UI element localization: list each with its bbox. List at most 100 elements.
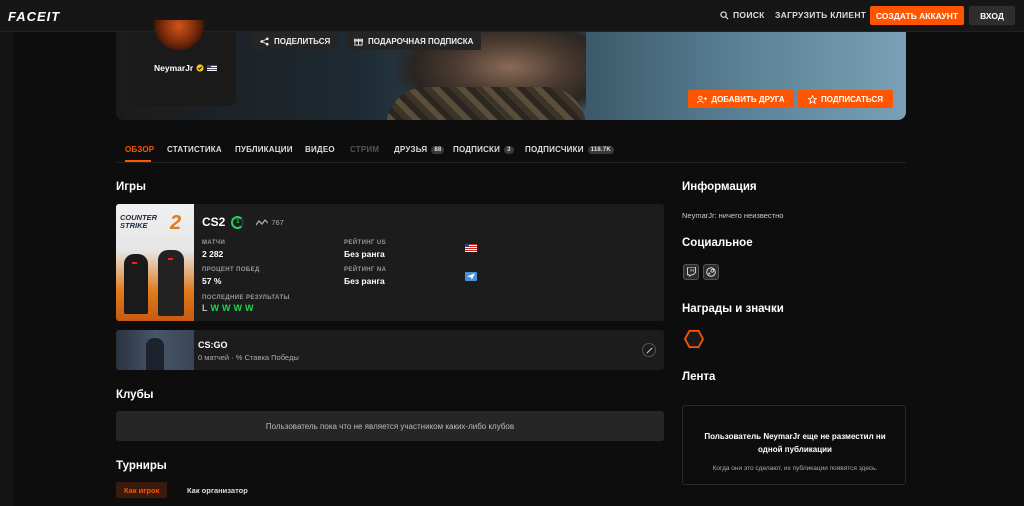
clubs-heading: Клубы (116, 389, 154, 401)
us-flag-icon (207, 65, 218, 71)
left-sidebar-strip (0, 32, 14, 506)
twitch-icon (686, 267, 696, 277)
info-heading: Информация (682, 181, 757, 193)
profile-card: NeymarJr (128, 20, 236, 106)
rating-us-value: Без ранга (344, 249, 385, 259)
subscriptions-count-badge: 3 (504, 145, 514, 154)
info-text: NeymarJr: ничего неизвестно (682, 211, 784, 220)
winrate-label: ПРОЦЕНТ ПОБЕД (202, 267, 260, 273)
csgo-title: CS:GO (198, 340, 228, 350)
matches-value: 2 282 (202, 249, 224, 259)
matches-label: МАТЧИ (202, 240, 226, 246)
elo-icon (256, 218, 269, 225)
tab-label: ПОДПИСЧИКИ (525, 145, 584, 154)
gift-label: ПОДАРОЧНАЯ ПОДПИСКА (368, 36, 474, 46)
tab-friends[interactable]: ДРУЗЬЯ 88 (394, 145, 445, 154)
followers-count-badge: 118.7K (587, 145, 614, 154)
banner-jacket-image (386, 87, 586, 120)
faceit-logo[interactable]: FACEIT (8, 9, 60, 24)
feed-empty-state: Пользователь NeymarJr еще не разместил н… (682, 405, 906, 485)
region-na-icon (465, 272, 477, 281)
tab-label: ПОДПИСКИ (453, 145, 501, 154)
tab-label: ДРУЗЬЯ (394, 145, 428, 154)
search-button[interactable]: ПОИСК (720, 10, 765, 20)
skill-level-icon: 1 (231, 215, 245, 229)
tab-stream[interactable]: СТРИМ (350, 145, 379, 154)
result-item: W (210, 303, 220, 313)
games-heading: Игры (116, 181, 146, 193)
elo-display: 767 (256, 218, 284, 227)
verified-icon (196, 64, 204, 72)
steam-link[interactable] (703, 264, 719, 280)
level-arrow-icon (646, 347, 652, 353)
tab-overview[interactable]: ОБЗОР (125, 145, 154, 154)
cs2-cover-image: COUNTER STRIKE 2 (116, 204, 194, 321)
profile-tabs: ОБЗОР СТАТИСТИКА ПУБЛИКАЦИИ ВИДЕО СТРИМ … (116, 136, 906, 163)
social-heading: Социальное (682, 237, 753, 249)
cs2-art-text-2: STRIKE (120, 221, 148, 230)
active-tab-indicator (125, 160, 151, 162)
gift-subscription-button[interactable]: ПОДАРОЧНАЯ ПОДПИСКА (346, 32, 482, 50)
star-icon (808, 94, 817, 104)
cs2-art-eye (168, 258, 173, 260)
add-friend-label: ДОБАВИТЬ ДРУГА (711, 94, 785, 104)
result-item: W (245, 303, 254, 313)
tab-as-player[interactable]: Как игрок (116, 482, 168, 498)
cs2-game-card[interactable]: COUNTER STRIKE 2 CS2 1 767 МАТЧИ 2 282 ПР… (116, 204, 664, 321)
tab-followers[interactable]: ПОДПИСЧИКИ 118.7K (525, 145, 614, 154)
awards-heading: Награды и значки (682, 303, 784, 315)
rating-na-label: РЕЙТИНГ NA (344, 267, 387, 273)
cs2-art-number: 2 (170, 212, 182, 234)
share-icon (260, 36, 269, 46)
tab-subscriptions[interactable]: ПОДПИСКИ 3 (453, 145, 514, 154)
rating-na-value: Без ранга (344, 276, 385, 286)
feed-empty-subtitle: Когда они это сделают, их публикации поя… (712, 465, 878, 472)
share-button[interactable]: ПОДЕЛИТЬСЯ (252, 32, 339, 50)
tab-as-organizer[interactable]: Как организатор (179, 482, 256, 498)
recent-results: L W W W W (202, 303, 254, 313)
tab-statistics[interactable]: СТАТИСТИКА (167, 145, 222, 154)
tab-label: ОБЗОР (125, 145, 155, 154)
csgo-cover-image (116, 330, 194, 370)
feed-empty-title: Пользователь NeymarJr еще не разместил н… (704, 432, 886, 454)
cs2-art-eye (132, 262, 137, 264)
cs2-title: CS2 (202, 215, 226, 229)
avatar[interactable] (154, 20, 204, 50)
search-icon (720, 10, 729, 20)
csgo-art-figure (146, 338, 164, 370)
create-account-button[interactable]: СОЗДАТЬ АККАУНТ (870, 6, 964, 25)
cs2-title-row: CS2 1 767 (202, 215, 284, 229)
tab-label: ПУБЛИКАЦИИ (235, 145, 293, 154)
tab-publications[interactable]: ПУБЛИКАЦИИ (235, 145, 293, 154)
add-friend-button[interactable]: ДОБАВИТЬ ДРУГА (688, 90, 794, 108)
share-label: ПОДЕЛИТЬСЯ (274, 36, 331, 46)
login-button[interactable]: ВХОД (969, 6, 1015, 25)
result-item: W (233, 303, 243, 313)
winrate-value: 57 % (202, 276, 222, 286)
plane-icon (467, 273, 475, 280)
award-badge-core (686, 331, 702, 347)
nickname-row: NeymarJr (154, 63, 218, 73)
subscribe-label: ПОДПИСАТЬСЯ (821, 94, 883, 104)
tab-label: ВИДЕО (305, 145, 335, 154)
award-badge[interactable] (683, 329, 705, 349)
tournaments-heading: Турниры (116, 460, 167, 472)
feed-heading: Лента (682, 371, 716, 383)
tab-video[interactable]: ВИДЕО (305, 145, 335, 154)
steam-icon (706, 267, 716, 277)
subscribe-button[interactable]: ПОДПИСАТЬСЯ (798, 90, 893, 108)
result-item: L (202, 303, 208, 313)
nickname: NeymarJr (154, 63, 194, 73)
us-flag-icon (465, 244, 477, 252)
download-client-link[interactable]: ЗАГРУЗИТЬ КЛИЕНТ (775, 10, 866, 20)
rating-us-label: РЕЙТИНГ US (344, 240, 387, 246)
tab-label: СТРИМ (350, 145, 380, 154)
cs2-art-text: COUNTER STRIKE (120, 214, 157, 230)
gift-icon (354, 38, 363, 46)
award-badge-ring (684, 330, 704, 348)
add-user-icon (697, 95, 708, 103)
recent-results-label: ПОСЛЕДНИЕ РЕЗУЛЬТАТЫ (202, 295, 290, 301)
twitch-link[interactable] (683, 264, 699, 280)
result-item: W (222, 303, 231, 313)
csgo-game-card[interactable]: CS:GO 0 матчей · % Ставка Победы (116, 330, 664, 370)
